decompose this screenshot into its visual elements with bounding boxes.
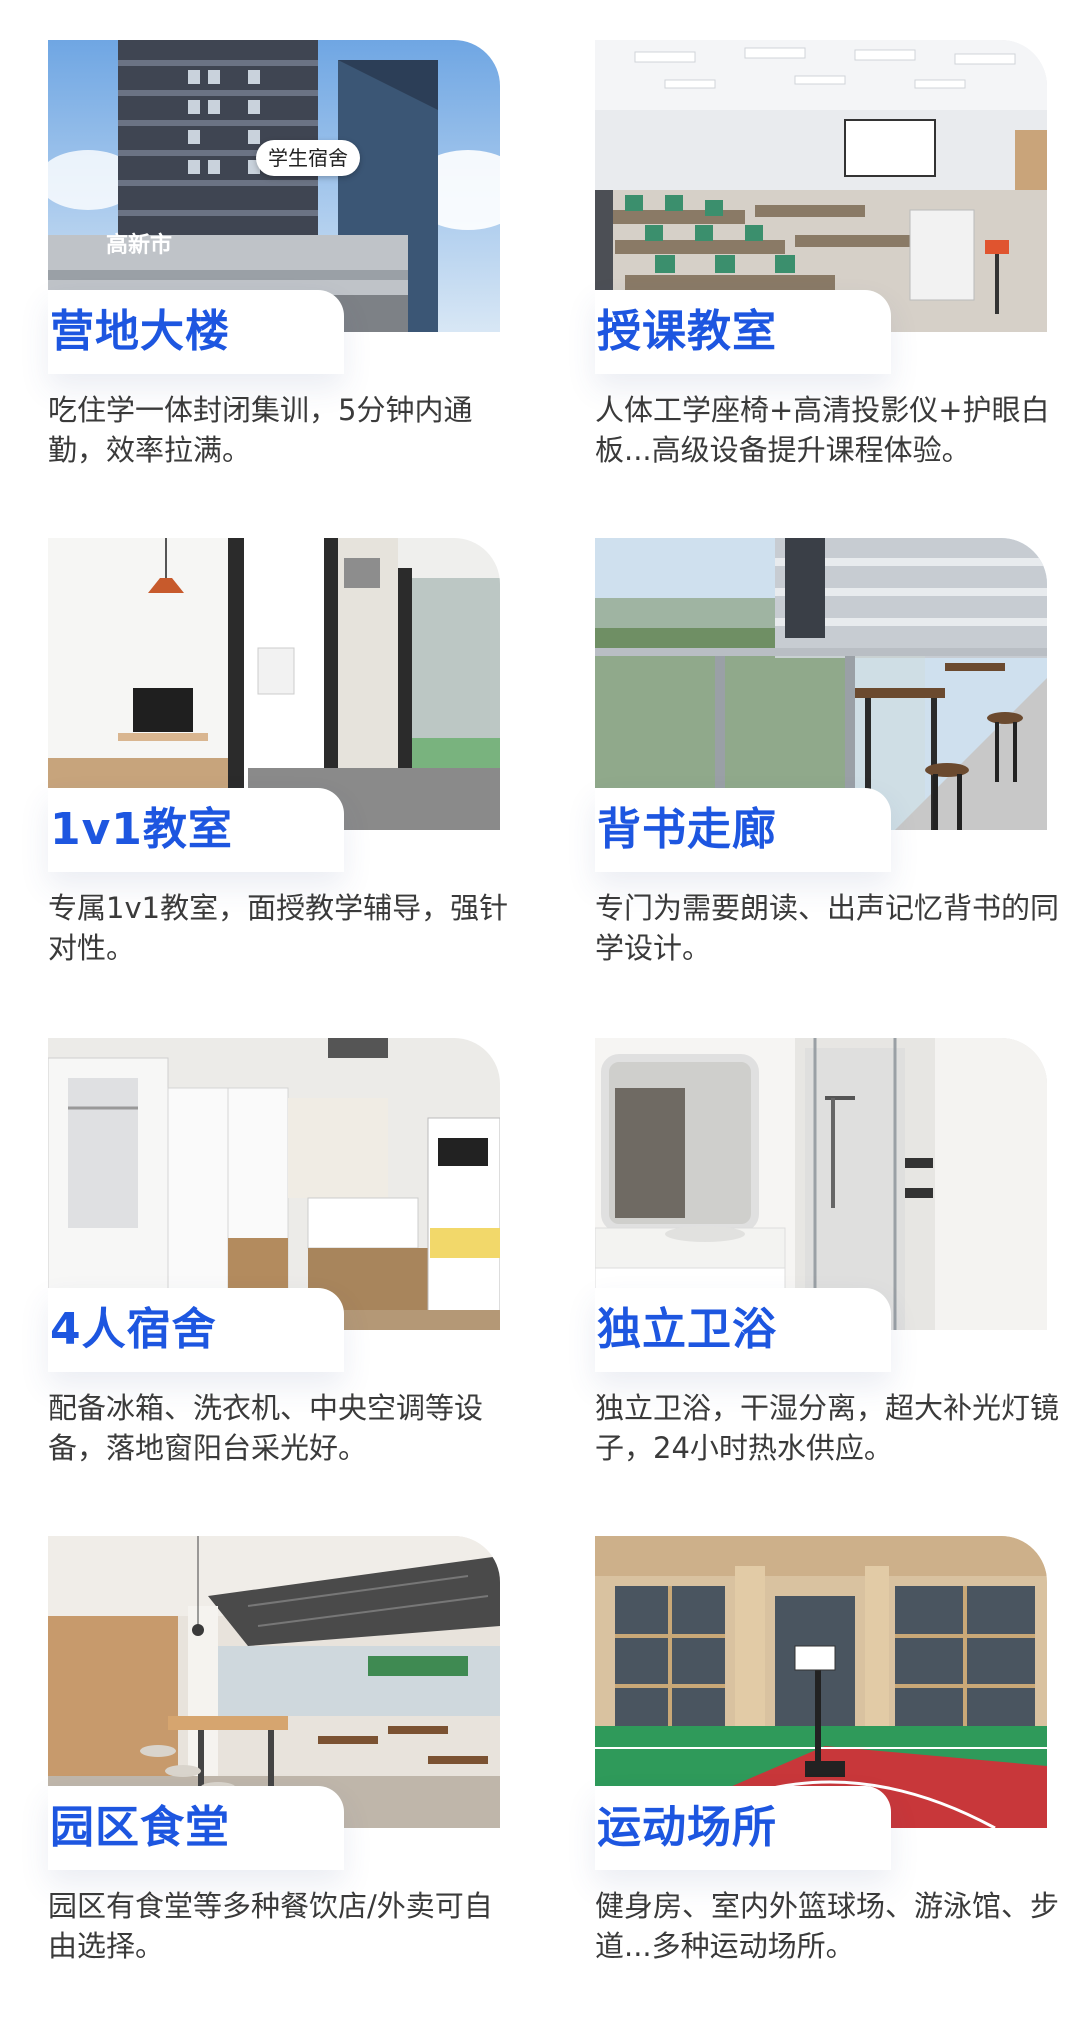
card-description: 专门为需要朗读、出声记忆背书的同学设计。	[595, 891, 1060, 965]
building-photo: 高新市 学生宿舍	[48, 40, 500, 332]
bathroom-photo	[595, 1038, 1047, 1330]
classroom-photo	[595, 40, 1047, 332]
card-description: 人体工学座椅+高清投影仪+护眼白板...高级设备提升课程体验。	[595, 393, 1050, 467]
private-room-photo	[48, 538, 500, 830]
facility-card-reading-corridor[interactable]: 背书走廊 专门为需要朗读、出声记忆背书的同学设计。	[595, 538, 1059, 1008]
facility-card-canteen[interactable]: 园区食堂 园区有食堂等多种餐饮店/外卖可自由选择。	[48, 1536, 500, 2006]
facility-card-sports-venue[interactable]: 运动场所 健身房、室内外篮球场、游泳馆、步道...多种运动场所。	[595, 1536, 1059, 2006]
canteen-photo	[48, 1536, 500, 1828]
student-dorm-tag: 学生宿舍	[256, 140, 360, 176]
facility-card-classroom[interactable]: 授课教室 人体工学座椅+高清投影仪+护眼白板...高级设备提升课程体验。	[595, 40, 1050, 510]
card-description: 专属1v1教室，面授教学辅导，强针对性。	[48, 891, 509, 965]
card-title: 授课教室	[597, 306, 777, 357]
card-description: 吃住学一体封闭集训，5分钟内通勤，效率拉满。	[48, 393, 473, 467]
facility-card-private-bathroom[interactable]: 独立卫浴 独立卫浴，干湿分离，超大补光灯镜子，24小时热水供应。	[595, 1038, 1059, 1508]
card-title: 营地大楼	[50, 306, 230, 357]
facility-card-four-person-dorm[interactable]: 4人宿舍 配备冰箱、洗衣机、中央空调等设备，落地窗阳台采光好。	[48, 1038, 500, 1508]
dorm-photo	[48, 1038, 500, 1330]
card-description: 健身房、室内外篮球场、游泳馆、步道...多种运动场所。	[595, 1889, 1060, 1963]
card-title: 背书走廊	[597, 804, 777, 855]
card-title: 1v1教室	[50, 804, 233, 855]
card-description: 园区有食堂等多种餐饮店/外卖可自由选择。	[48, 1889, 493, 1963]
card-title: 独立卫浴	[597, 1304, 777, 1355]
card-description: 配备冰箱、洗衣机、中央空调等设备，落地窗阳台采光好。	[48, 1391, 484, 1465]
sports-hall-photo	[595, 1536, 1047, 1828]
corridor-photo	[595, 538, 1047, 830]
card-title: 运动场所	[597, 1802, 777, 1853]
card-title: 园区食堂	[50, 1802, 230, 1853]
facility-card-private-room[interactable]: 1v1教室 专属1v1教室，面授教学辅导，强针对性。	[48, 538, 508, 1008]
card-title: 4人宿舍	[50, 1304, 217, 1355]
facility-card-campus-building[interactable]: 高新市 学生宿舍 营地大楼 吃住学一体封闭集训，5分钟内通勤，效率拉满。	[48, 40, 500, 510]
card-description: 独立卫浴，干湿分离，超大补光灯镜子，24小时热水供应。	[595, 1391, 1060, 1465]
svg-text:高新市: 高新市	[106, 232, 172, 258]
